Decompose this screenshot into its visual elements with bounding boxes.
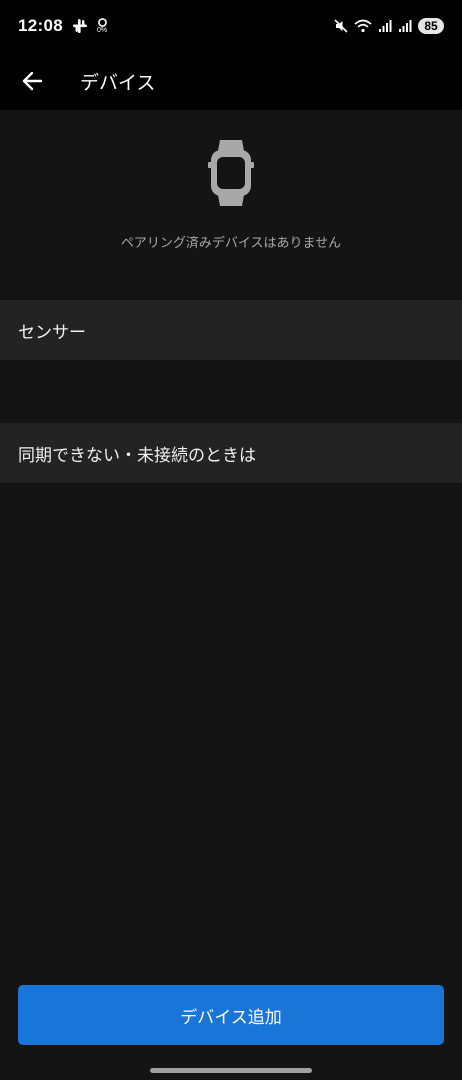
status-left: 12:08 0% <box>18 16 107 36</box>
add-device-label: デバイス追加 <box>180 1007 282 1027</box>
wifi-icon <box>354 19 372 33</box>
sync-help-row[interactable]: 同期できない・未接続のときは <box>0 423 462 483</box>
arrow-left-icon <box>22 71 43 91</box>
sync-icon <box>97 18 107 27</box>
empty-state-message: ペアリング済みデバイスはありません <box>120 236 342 251</box>
add-device-button[interactable]: デバイス追加 <box>18 985 444 1045</box>
sensor-row[interactable]: センサー <box>0 300 462 360</box>
smartwatch-icon <box>208 140 254 206</box>
status-right: 85 <box>334 18 444 34</box>
page-title: デバイス <box>80 71 156 94</box>
back-button[interactable] <box>0 52 64 110</box>
signal-icon <box>379 20 392 32</box>
status-clock: 12:08 <box>18 16 63 35</box>
empty-state: ペアリング済みデバイスはありません <box>0 110 462 300</box>
home-indicator[interactable] <box>150 1068 312 1073</box>
app-bar: デバイス <box>0 52 462 110</box>
sync-help-label: 同期できない・未接続のときは <box>18 445 256 466</box>
data-usage-text: 0% <box>96 27 108 34</box>
signal-icon <box>399 20 412 32</box>
slack-icon <box>72 19 87 33</box>
sensor-label: センサー <box>18 322 86 343</box>
battery-indicator: 85 <box>418 18 444 34</box>
status-bar: 12:08 0% 85 <box>0 0 462 52</box>
data-usage-indicator: 0% <box>97 18 107 34</box>
mute-icon <box>334 19 348 33</box>
